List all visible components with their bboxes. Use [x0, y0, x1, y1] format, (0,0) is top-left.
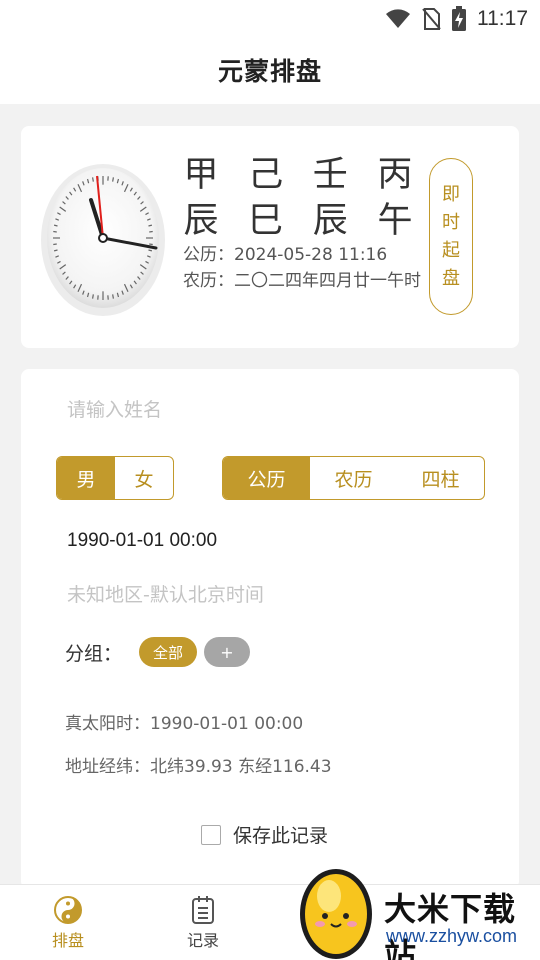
ganzhi-char: 辰 — [183, 201, 219, 241]
true-solar-time: 真太阳时：1990-01-01 00:00 — [65, 714, 304, 734]
ganzhi-char: 辰 — [312, 201, 348, 241]
instant-chart-button-char: 起 — [442, 239, 460, 261]
gender-male-option[interactable]: 男 — [57, 457, 115, 499]
app-header: 元蒙排盘 — [0, 36, 540, 104]
no-sim-icon — [422, 8, 441, 30]
status-bar: 11:17 — [0, 0, 540, 36]
page-title: 元蒙排盘 — [217, 57, 322, 86]
battery-charging-icon — [452, 6, 466, 31]
save-record-checkbox[interactable] — [201, 824, 221, 845]
ganzhi-char: 己 — [248, 155, 284, 195]
save-record-label: 保存此记录 — [233, 825, 329, 847]
group-tag-all[interactable]: 全部 — [139, 637, 197, 667]
solar-date: 公历：2024-05-28 11:16 — [183, 245, 388, 265]
ganzhi-char: 壬 — [312, 155, 348, 195]
clock-tick — [92, 177, 94, 182]
ganzhi-char: 丙 — [377, 155, 413, 195]
nav-item-records[interactable]: 记录 — [168, 895, 238, 951]
ganzhi-char: 午 — [377, 201, 413, 241]
status-icons: 11:17 — [385, 6, 528, 32]
calendar-solar-option[interactable]: 公历 — [223, 457, 310, 499]
nav-label: 记录 — [186, 931, 219, 950]
group-label: 分组： — [65, 643, 123, 665]
gender-selector: 男 女 — [56, 456, 174, 500]
calendar-sizhu-option[interactable]: 四柱 — [397, 457, 484, 499]
lunar-date: 农历：二〇二四年四月廿一午时 — [183, 271, 421, 291]
instant-chart-button[interactable]: 即 时 起 盘 — [429, 158, 473, 315]
current-time-card: 甲 己 壬 丙 辰 巳 辰 午 公历：2024-05-28 11:16 农历：二… — [21, 126, 519, 348]
instant-chart-button-char: 盘 — [442, 267, 460, 289]
ganzhi-char: 甲 — [183, 155, 219, 195]
coordinates: 地址经纬：北纬39.93 东经116.43 — [65, 757, 332, 777]
clock-tick — [112, 177, 114, 182]
birth-form-card: 男 女 公历 农历 四柱 1990-01-01 00:00 未知地区-默认北京时… — [21, 369, 519, 889]
instant-chart-button-char: 时 — [442, 211, 460, 233]
watermark-url: www.zzhyw.com — [386, 926, 518, 946]
wifi-icon — [386, 9, 410, 28]
watermark: 大米下载站 www.zzhyw.com — [296, 864, 540, 960]
instant-chart-button-char: 即 — [442, 183, 460, 205]
status-time: 11:17 — [477, 7, 528, 30]
clock-tick — [92, 294, 94, 299]
birth-datetime-field[interactable]: 1990-01-01 00:00 — [67, 530, 217, 552]
location-field[interactable]: 未知地区-默认北京时间 — [67, 580, 264, 607]
rice-mascot-icon — [300, 869, 372, 959]
nav-item-paipan[interactable]: 排盘 — [33, 895, 103, 951]
ganzhi-stems: 甲 己 壬 丙 — [183, 146, 413, 197]
notepad-icon — [192, 896, 214, 924]
nav-label: 排盘 — [51, 931, 84, 950]
ganzhi-branches: 辰 巳 辰 午 — [183, 192, 413, 243]
clock-tick — [112, 294, 114, 299]
calendar-type-selector: 公历 农历 四柱 — [222, 456, 485, 500]
ganzhi-char: 巳 — [248, 201, 284, 241]
save-record-row[interactable]: 保存此记录 — [201, 821, 328, 848]
name-input[interactable] — [67, 399, 467, 421]
watermark-title: 大米下载站 — [384, 890, 517, 960]
calendar-lunar-option[interactable]: 农历 — [310, 457, 397, 499]
yin-yang-icon — [54, 896, 82, 924]
clock-icon — [41, 164, 165, 316]
add-group-button[interactable]: + — [204, 637, 250, 667]
gender-female-option[interactable]: 女 — [115, 457, 173, 499]
